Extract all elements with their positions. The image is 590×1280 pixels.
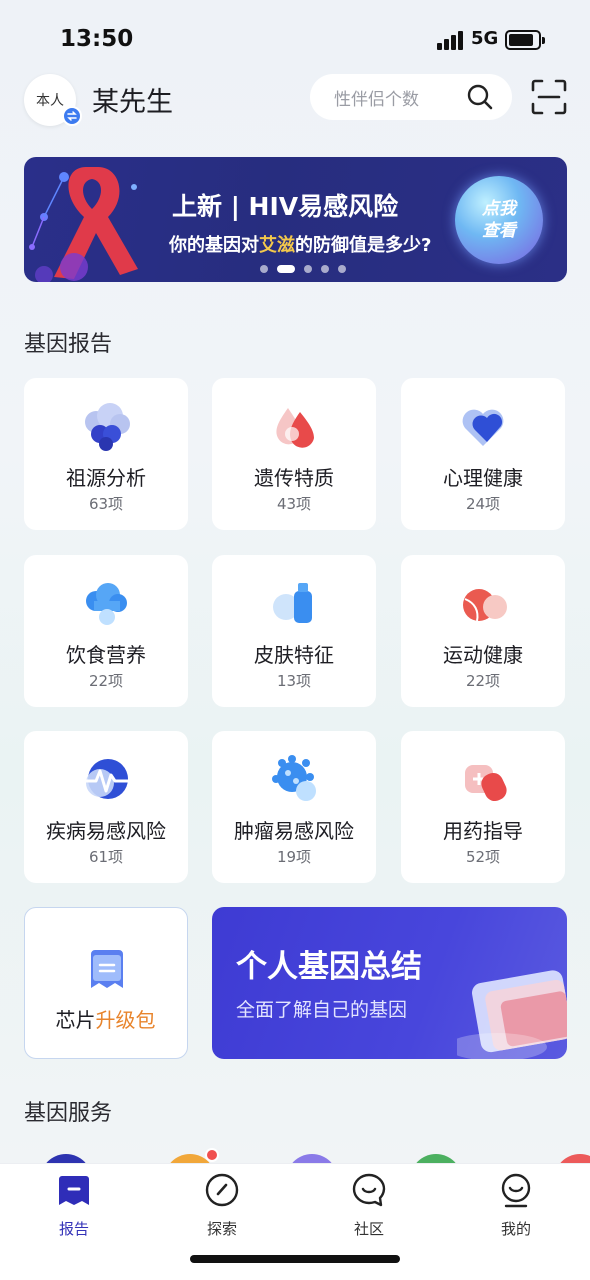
- banner-subtitle: 你的基因对艾滋的防御值是多少?: [169, 231, 431, 257]
- report-card[interactable]: 心理健康 24项: [401, 378, 565, 530]
- chip-upgrade-highlight: 升级包: [95, 1008, 156, 1032]
- tab-community[interactable]: 社区: [324, 1172, 414, 1242]
- red-ribbon-icon: [29, 167, 138, 282]
- switch-profile-icon[interactable]: [62, 106, 82, 126]
- notification-dot: [205, 1148, 219, 1162]
- report-card[interactable]: 肿瘤易感风险 19项: [212, 731, 376, 883]
- tab-mine[interactable]: 我的: [471, 1172, 561, 1242]
- report-illustration-icon: [457, 970, 567, 1059]
- summary-title: 个人基因总结: [236, 949, 422, 985]
- battery-icon: [505, 30, 545, 50]
- banner-pagination: [260, 264, 346, 274]
- search-placeholder: 性伴侣个数: [334, 90, 419, 110]
- profile-smile-icon: [501, 1173, 531, 1208]
- report-card-count: 63项: [88, 495, 124, 513]
- virus-icon: [272, 755, 316, 801]
- report-card-count: 61项: [88, 848, 124, 866]
- report-card-count: 22项: [88, 672, 124, 690]
- document-icon: [89, 950, 123, 988]
- report-card-count: 43项: [276, 495, 312, 513]
- banner-cta-button[interactable]: 点我 查看: [455, 176, 543, 264]
- report-card-name: 心理健康: [443, 466, 523, 490]
- home-indicator: [190, 1255, 400, 1263]
- report-card[interactable]: 用药指导 52项: [401, 731, 565, 883]
- chip-upgrade-card[interactable]: 芯片升级包: [24, 907, 188, 1059]
- report-card-count: 19项: [276, 848, 312, 866]
- promo-banner[interactable]: 上新 | HIV易感风险 你的基因对艾滋的防御值是多少? 点我 查看: [24, 157, 567, 282]
- pagination-dot[interactable]: [304, 265, 312, 273]
- network-type: 5G: [471, 28, 499, 49]
- report-card[interactable]: 祖源分析 63项: [24, 378, 188, 530]
- scan-icon[interactable]: [530, 78, 568, 116]
- heart-icon: [462, 409, 504, 446]
- report-card-name: 用药指导: [443, 819, 523, 843]
- pagination-dot[interactable]: [321, 265, 329, 273]
- banner-cta-line1: 点我: [482, 199, 516, 219]
- report-icon: [59, 1176, 89, 1205]
- report-card[interactable]: 皮肤特征 13项: [212, 555, 376, 707]
- report-card[interactable]: 饮食营养 22项: [24, 555, 188, 707]
- compass-icon: [205, 1173, 239, 1207]
- report-card-name: 皮肤特征: [254, 643, 334, 667]
- chip-upgrade-label: 芯片升级包: [25, 1004, 186, 1033]
- trait-drops-icon: [276, 408, 314, 448]
- services-section-title: 基因服务: [24, 1101, 113, 1126]
- banner-subtitle-prefix: 你的基因对: [169, 235, 259, 256]
- report-card-name: 饮食营养: [66, 643, 146, 667]
- banner-subtitle-suffix: 的防御值是多少?: [295, 235, 432, 256]
- summary-subtitle: 全面了解自己的基因: [236, 999, 408, 1021]
- tab-label: 社区: [353, 1220, 384, 1238]
- tab-label: 我的: [500, 1220, 531, 1238]
- report-card-count: 13项: [276, 672, 312, 690]
- tab-report[interactable]: 报告: [29, 1172, 119, 1242]
- chip-upgrade-prefix: 芯片: [55, 1008, 96, 1032]
- report-card[interactable]: 疾病易感风险 61项: [24, 731, 188, 883]
- pulse-icon: [86, 759, 128, 799]
- report-card-name: 疾病易感风险: [46, 819, 166, 843]
- search-icon: [467, 84, 493, 110]
- report-card-count: 52项: [465, 848, 501, 866]
- tab-label: 探索: [206, 1220, 237, 1238]
- ancestry-cloud-icon: [85, 403, 130, 451]
- report-card[interactable]: 运动健康 22项: [401, 555, 565, 707]
- report-card[interactable]: 遗传特质 43项: [212, 378, 376, 530]
- tab-label: 报告: [58, 1220, 89, 1238]
- reports-section-title: 基因报告: [24, 332, 113, 357]
- avatar-label: 本人: [36, 93, 64, 109]
- tennis-ball-icon: [463, 589, 507, 622]
- report-card-count: 24项: [465, 495, 501, 513]
- gene-summary-card[interactable]: 个人基因总结 全面了解自己的基因: [212, 907, 567, 1059]
- report-card-name: 运动健康: [443, 643, 523, 667]
- banner-subtitle-highlight: 艾滋: [259, 235, 295, 256]
- banner-title: 上新 | HIV易感风险: [172, 192, 399, 221]
- skincare-bottle-icon: [273, 583, 312, 623]
- medicine-icon: [465, 765, 507, 802]
- report-card-name: 肿瘤易感风险: [234, 819, 354, 843]
- status-time: 13:50: [60, 26, 134, 52]
- banner-cta-line2: 查看: [482, 221, 516, 241]
- report-card-name: 遗传特质: [254, 466, 334, 490]
- header: 本人 某先生 性伴侣个数: [0, 70, 590, 130]
- pagination-dot[interactable]: [338, 265, 346, 273]
- nutrition-cloud-icon: [86, 583, 127, 625]
- signal-icon: [437, 30, 467, 50]
- chat-bubble-icon: [352, 1173, 386, 1207]
- report-card-count: 22项: [465, 672, 501, 690]
- pagination-dot[interactable]: [260, 265, 268, 273]
- pagination-dot[interactable]: [277, 265, 295, 273]
- report-card-name: 祖源分析: [66, 466, 146, 490]
- status-bar: 13:50 5G: [0, 0, 590, 70]
- tab-explore[interactable]: 探索: [177, 1172, 267, 1242]
- username: 某先生: [92, 87, 173, 118]
- search-bar[interactable]: 性伴侣个数: [310, 74, 512, 120]
